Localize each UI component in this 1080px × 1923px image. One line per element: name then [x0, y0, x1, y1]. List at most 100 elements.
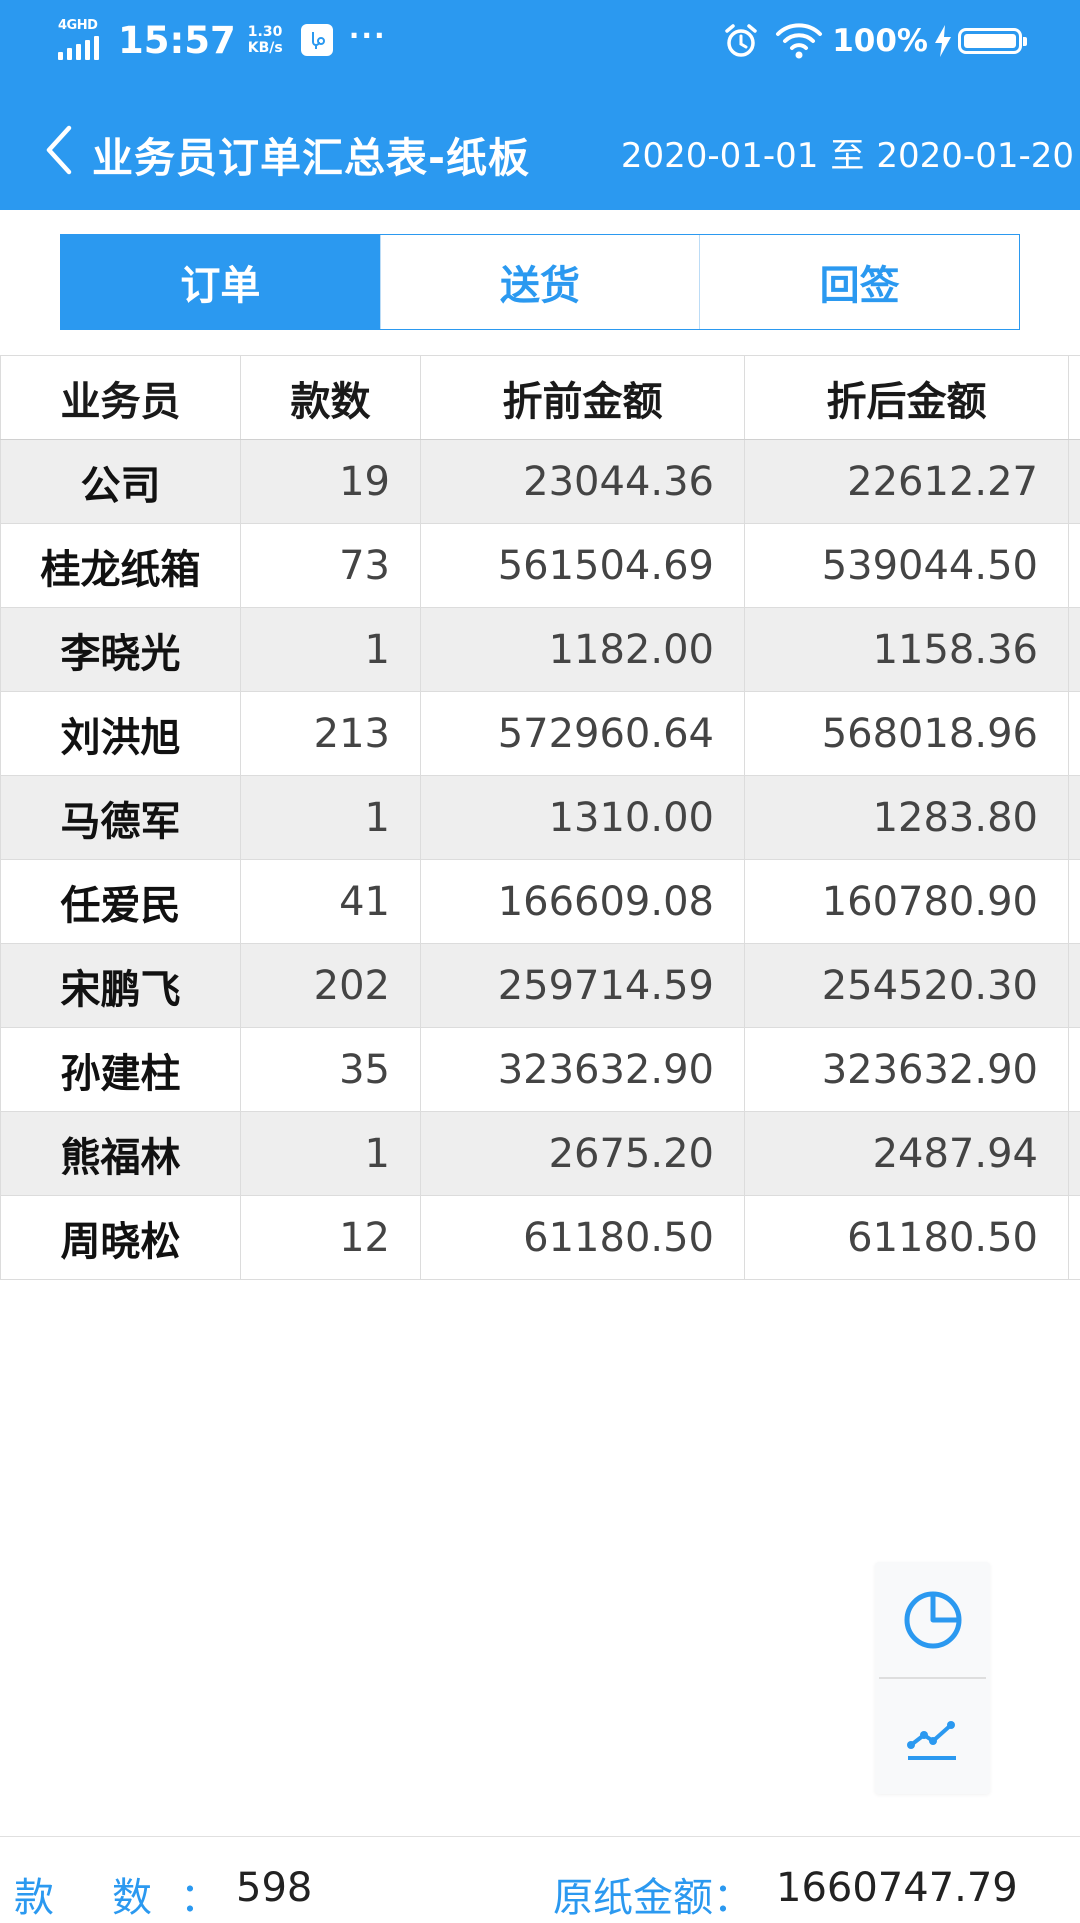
cell-overflow	[1069, 1112, 1080, 1196]
table-row[interactable]: 周晓松 12 61180.50 61180.50	[1, 1196, 1080, 1280]
line-chart-button[interactable]	[875, 1679, 990, 1794]
cell-amount-after: 160780.90	[745, 860, 1069, 944]
cell-amount-after: 568018.96	[745, 692, 1069, 776]
date-from: 2020-01-01	[621, 136, 819, 176]
page-title: 业务员订单汇总表-纸板	[92, 124, 530, 184]
header-overflow-column	[1069, 356, 1080, 440]
signal-icon	[58, 36, 99, 60]
chart-actions-panel	[875, 1562, 990, 1794]
status-bar: 4GHD 15:57 1.30 KB/s ···	[0, 0, 1080, 86]
table-row[interactable]: 公司 19 23044.36 22612.27	[1, 440, 1080, 524]
table-row[interactable]: 熊福林 1 2675.20 2487.94	[1, 1112, 1080, 1196]
header-amount-after[interactable]: 折后金额	[745, 356, 1069, 440]
table-row[interactable]: 李晓光 1 1182.00 1158.36	[1, 608, 1080, 692]
cell-count: 12	[241, 1196, 421, 1280]
charging-bolt-icon	[934, 25, 952, 57]
status-left: 4GHD 15:57 1.30 KB/s ···	[58, 18, 387, 62]
wifi-icon	[774, 22, 824, 60]
cell-count: 1	[241, 608, 421, 692]
network-indicator: 4GHD	[58, 18, 106, 62]
total-count-value: 598	[236, 1865, 312, 1911]
header-salesperson[interactable]: 业务员	[1, 356, 241, 440]
cell-overflow	[1069, 860, 1080, 944]
alarm-icon	[722, 22, 760, 60]
date-range[interactable]: 2020-01-01 至 2020-01-20	[621, 128, 1074, 177]
tab-orders[interactable]: 订单	[61, 235, 380, 329]
cell-count: 202	[241, 944, 421, 1028]
cell-name: 任爱民	[1, 860, 241, 944]
cell-amount-after: 2487.94	[745, 1112, 1069, 1196]
pie-chart-button[interactable]	[875, 1562, 990, 1677]
total-amount-value: 1660747.79	[776, 1865, 1018, 1911]
table-row[interactable]: 孙建柱 35 323632.90 323632.90	[1, 1028, 1080, 1112]
cell-amount-before: 1310.00	[421, 776, 745, 860]
cell-count: 73	[241, 524, 421, 608]
tab-delivery[interactable]: 送货	[380, 235, 700, 329]
summary-footer: 款数 ： 598 原纸金额： 1660747.79	[0, 1836, 1080, 1921]
cell-amount-before: 23044.36	[421, 440, 745, 524]
cell-name: 公司	[1, 440, 241, 524]
clock: 15:57	[118, 19, 236, 62]
cell-amount-before: 166609.08	[421, 860, 745, 944]
cell-amount-before: 561504.69	[421, 524, 745, 608]
cell-amount-before: 61180.50	[421, 1196, 745, 1280]
battery-percent: 100%	[832, 23, 928, 59]
table-row[interactable]: 任爱民 41 166609.08 160780.90	[1, 860, 1080, 944]
cell-overflow	[1069, 692, 1080, 776]
table-header-row: 业务员 款数 折前金额 折后金额	[1, 356, 1080, 440]
cell-overflow	[1069, 524, 1080, 608]
cell-amount-after: 22612.27	[745, 440, 1069, 524]
cell-overflow	[1069, 1196, 1080, 1280]
status-right: 100%	[722, 22, 1022, 60]
pie-chart-icon	[901, 1588, 965, 1652]
header-count[interactable]: 款数	[241, 356, 421, 440]
more-notifications-icon: ···	[349, 19, 387, 52]
cell-amount-before: 572960.64	[421, 692, 745, 776]
header-amount-before[interactable]: 折前金额	[421, 356, 745, 440]
cell-amount-after: 254520.30	[745, 944, 1069, 1028]
battery-cap	[1023, 37, 1027, 46]
usb-debug-icon	[301, 24, 333, 56]
table-row[interactable]: 桂龙纸箱 73 561504.69 539044.50	[1, 524, 1080, 608]
cell-count: 1	[241, 776, 421, 860]
cell-name: 桂龙纸箱	[1, 524, 241, 608]
cell-amount-after: 61180.50	[745, 1196, 1069, 1280]
cell-amount-before: 259714.59	[421, 944, 745, 1028]
cell-amount-after: 1158.36	[745, 608, 1069, 692]
cell-name: 马德军	[1, 776, 241, 860]
cell-overflow	[1069, 1028, 1080, 1112]
table-row[interactable]: 宋鹏飞 202 259714.59 254520.30	[1, 944, 1080, 1028]
back-button[interactable]	[34, 120, 84, 180]
cell-overflow	[1069, 944, 1080, 1028]
tab-signback[interactable]: 回签	[699, 235, 1019, 329]
summary-table: 业务员 款数 折前金额 折后金额 公司 19 23044.36 22612.27…	[0, 355, 1080, 1280]
table-row[interactable]: 刘洪旭 213 572960.64 568018.96	[1, 692, 1080, 776]
cell-count: 35	[241, 1028, 421, 1112]
cell-name: 刘洪旭	[1, 692, 241, 776]
cell-count: 19	[241, 440, 421, 524]
cell-count: 41	[241, 860, 421, 944]
speed-unit: KB/s	[248, 40, 283, 56]
cell-name: 孙建柱	[1, 1028, 241, 1112]
cell-amount-before: 1182.00	[421, 608, 745, 692]
table-row[interactable]: 马德军 1 1310.00 1283.80	[1, 776, 1080, 860]
battery-icon	[958, 28, 1022, 54]
cell-amount-before: 2675.20	[421, 1112, 745, 1196]
cell-name: 周晓松	[1, 1196, 241, 1280]
network-speed: 1.30 KB/s	[248, 24, 283, 56]
date-to: 2020-01-20	[876, 136, 1074, 176]
cell-overflow	[1069, 440, 1080, 524]
segment-tabs: 订单 送货 回签	[60, 234, 1020, 330]
chevron-left-icon	[44, 124, 74, 176]
app-header: 4GHD 15:57 1.30 KB/s ···	[0, 0, 1080, 210]
date-separator: 至	[830, 128, 864, 177]
cell-name: 宋鹏飞	[1, 944, 241, 1028]
line-chart-icon	[905, 1709, 961, 1765]
nav-bar: 业务员订单汇总表-纸板 2020-01-01 至 2020-01-20	[0, 110, 1080, 190]
speed-value: 1.30	[248, 24, 283, 40]
cell-overflow	[1069, 776, 1080, 860]
cell-overflow	[1069, 608, 1080, 692]
cell-amount-before: 323632.90	[421, 1028, 745, 1112]
cell-name: 熊福林	[1, 1112, 241, 1196]
cell-amount-after: 1283.80	[745, 776, 1069, 860]
